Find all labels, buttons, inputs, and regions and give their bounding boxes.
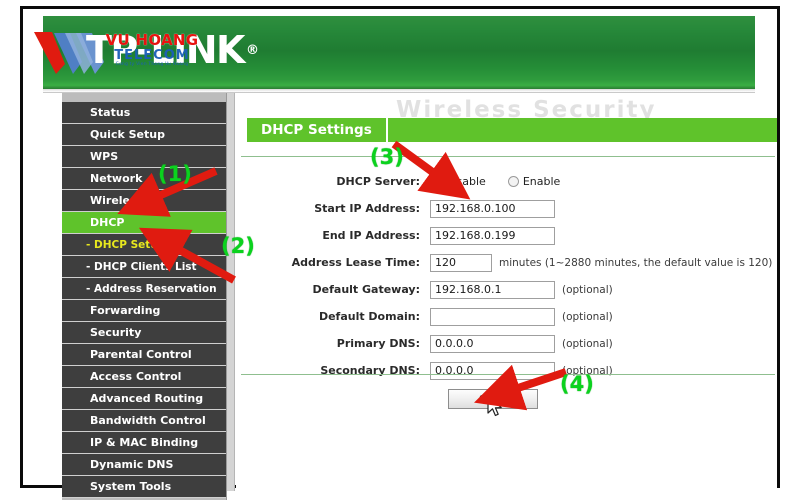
end-ip-address-row: End IP Address: bbox=[236, 223, 777, 248]
divider-top bbox=[241, 156, 775, 157]
sidebar-item-parental-control[interactable]: Parental Control bbox=[62, 344, 226, 366]
dhcp-server-row: DHCP Server: Disable Enable bbox=[236, 169, 777, 194]
sidebar-item-security[interactable]: Security bbox=[62, 322, 226, 344]
sidebar-item-ip-mac-binding[interactable]: IP & MAC Binding bbox=[62, 432, 226, 454]
save-button-row: Save bbox=[236, 389, 777, 409]
default-domain-hint: (optional) bbox=[562, 310, 613, 323]
sidebar-item-forwarding[interactable]: Forwarding bbox=[62, 300, 226, 322]
start-ip-address-input[interactable] bbox=[430, 199, 555, 218]
section-title: DHCP Settings bbox=[247, 118, 386, 142]
dhcp-server-radio-group: Disable Enable bbox=[430, 175, 560, 188]
address-lease-time-label: Address Lease Time: bbox=[291, 256, 420, 269]
sidebar-item-status[interactable]: Status bbox=[62, 102, 226, 124]
sidebar-item-network[interactable]: Network bbox=[62, 168, 226, 190]
sidebar-item-dhcp[interactable]: DHCP bbox=[62, 212, 226, 234]
divider-bottom bbox=[241, 374, 775, 375]
sidebar-gutter bbox=[227, 93, 235, 491]
primary-dns-label: Primary DNS: bbox=[336, 337, 420, 350]
default-gateway-hint: (optional) bbox=[562, 283, 613, 296]
section-header: DHCP Settings bbox=[247, 118, 386, 142]
brand-text: TP-LINK bbox=[86, 28, 245, 72]
registered-mark-icon: ® bbox=[245, 42, 259, 58]
sidebar-item-quick-setup[interactable]: Quick Setup bbox=[62, 124, 226, 146]
address-lease-time-input[interactable] bbox=[430, 253, 492, 272]
radio-enable-icon[interactable] bbox=[507, 176, 519, 187]
sidebar-item-advanced-routing[interactable]: Advanced Routing bbox=[62, 388, 226, 410]
dhcp-settings-form: DHCP Server: Disable Enable Start IP Addres… bbox=[236, 169, 777, 385]
screenshot-root: TP-LINK ® VU HOANG TELECOM Cong ty Vien T… bbox=[0, 0, 800, 500]
default-gateway-row: Default Gateway: (optional) bbox=[236, 277, 777, 302]
section-header-bar bbox=[388, 118, 777, 142]
sidebar-item-address-reservation[interactable]: - Address Reservation bbox=[62, 278, 226, 300]
end-ip-address-input[interactable] bbox=[430, 226, 555, 245]
tplink-wordmark: TP-LINK ® bbox=[86, 27, 259, 73]
default-gateway-input[interactable] bbox=[430, 280, 555, 299]
save-button[interactable]: Save bbox=[447, 389, 538, 409]
address-lease-time-hint: minutes (1~2880 minutes, the default val… bbox=[499, 256, 773, 269]
sidebar-nav: Status Quick Setup WPS Network Wireless DHCP -… bbox=[62, 93, 227, 500]
sidebar-item-dhcp-clients-list[interactable]: - DHCP Clients List bbox=[62, 256, 226, 278]
default-domain-label: Default Domain: bbox=[318, 310, 420, 323]
primary-dns-row: Primary DNS: (optional) bbox=[236, 331, 777, 356]
primary-dns-hint: (optional) bbox=[562, 337, 613, 350]
radio-disable-icon[interactable] bbox=[430, 176, 441, 187]
secondary-dns-row: Secondary DNS:(optional) bbox=[236, 358, 777, 383]
default-domain-row: Default Domain: (optional) bbox=[236, 304, 777, 329]
primary-dns-input[interactable] bbox=[430, 334, 555, 353]
sidebar-item-access-control[interactable]: Access Control bbox=[62, 366, 226, 388]
end-ip-address-label: End IP Address: bbox=[322, 229, 420, 242]
default-gateway-label: Default Gateway: bbox=[312, 283, 420, 296]
radio-option-disable[interactable]: Disable bbox=[430, 175, 486, 188]
sidebar-item-bandwidth-control[interactable]: Bandwidth Control bbox=[62, 410, 226, 432]
dhcp-server-label: DHCP Server: bbox=[336, 175, 420, 188]
sidebar-item-dhcp-settings[interactable]: - DHCP Settings bbox=[62, 234, 226, 256]
radio-disable-label: Disable bbox=[445, 175, 486, 188]
radio-enable-label: Enable bbox=[522, 175, 561, 188]
sidebar-item-wireless[interactable]: Wireless bbox=[62, 190, 226, 212]
sidebar-item-system-tools[interactable]: System Tools bbox=[62, 476, 226, 498]
address-lease-time-row: Address Lease Time: minutes (1~2880 minut… bbox=[236, 250, 777, 275]
secondary-dns-input[interactable] bbox=[430, 361, 555, 380]
start-ip-address-label: Start IP Address: bbox=[314, 202, 420, 215]
start-ip-address-row: Start IP Address: bbox=[236, 196, 777, 221]
default-domain-input[interactable] bbox=[430, 307, 555, 326]
content-pane: Wireless Security DHCP Settings DHCP Ser… bbox=[236, 93, 777, 491]
sidebar-item-wps[interactable]: WPS bbox=[62, 146, 226, 168]
secondary-dns-label: Secondary DNS: bbox=[320, 364, 420, 377]
sidebar-item-dynamic-dns[interactable]: Dynamic DNS bbox=[62, 454, 226, 476]
radio-option-enable[interactable]: Enable bbox=[507, 175, 561, 188]
